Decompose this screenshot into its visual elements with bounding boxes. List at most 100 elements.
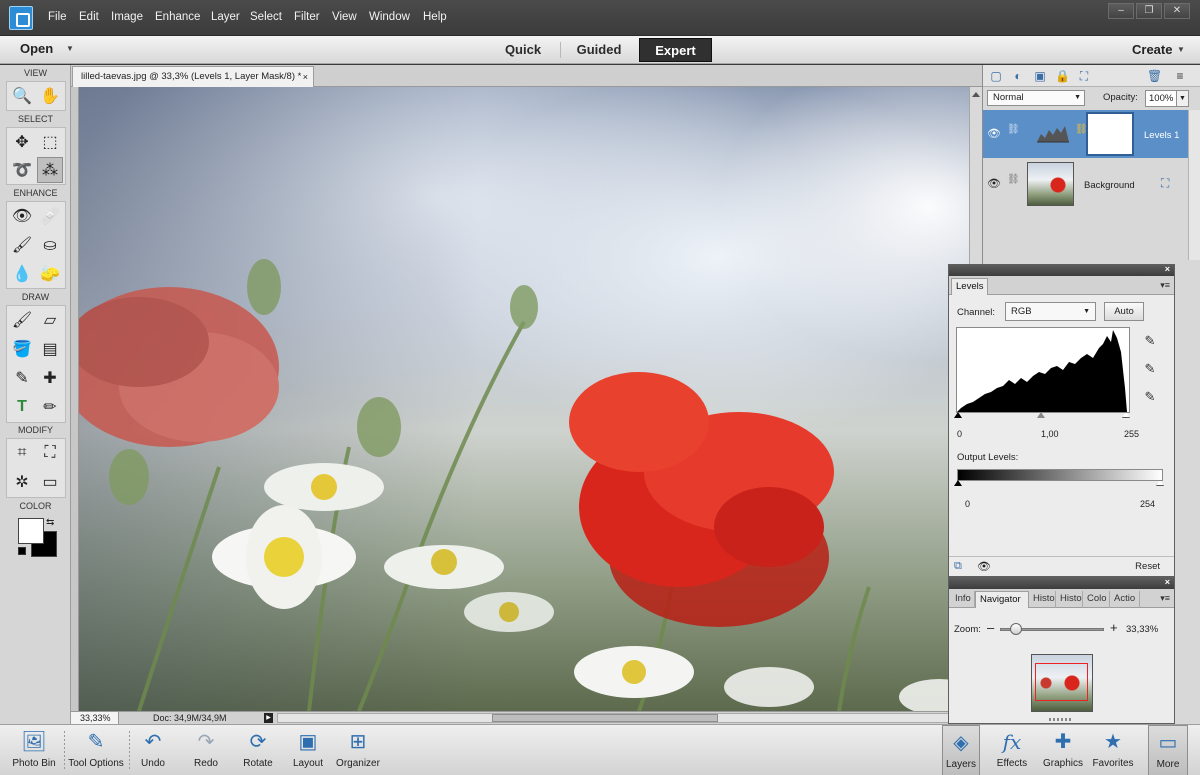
menu-file[interactable]: File (48, 11, 67, 23)
layer-mask-icon[interactable]: ▣ (1033, 69, 1047, 83)
input-black-slider[interactable] (954, 412, 962, 418)
crop-icon[interactable]: ⌗ (9, 440, 35, 466)
scroll-up-arrow-icon[interactable] (972, 91, 980, 97)
quick-selection-icon[interactable]: ⁂ (37, 157, 63, 183)
visibility-eye-icon[interactable]: 👁 (987, 177, 1001, 190)
close-icon[interactable]: × (303, 67, 308, 87)
clip-to-layer-icon[interactable]: ⧉ (954, 560, 962, 573)
recompose-icon[interactable]: ⛶ (37, 440, 63, 466)
auto-button[interactable]: Auto (1104, 302, 1144, 321)
smart-brush-icon[interactable]: 🖌 (9, 232, 35, 258)
panel-header[interactable]: × (949, 577, 1174, 589)
create-button[interactable]: Create (1132, 42, 1172, 57)
input-gamma-value[interactable]: 1,00 (1041, 429, 1059, 439)
redo-button[interactable]: ↷ Redo (186, 725, 226, 775)
red-eye-icon[interactable]: 👁 (9, 203, 35, 229)
tab-actions[interactable]: Actio (1110, 591, 1140, 608)
eraser-icon[interactable]: ▱ (37, 307, 63, 333)
tool-options-button[interactable]: ✎ Tool Options (66, 725, 126, 775)
tab-guided[interactable]: Guided (564, 38, 634, 62)
status-menu-arrow-icon[interactable]: ▶ (264, 713, 273, 723)
toggle-visibility-eye-icon[interactable]: 👁 (977, 560, 991, 573)
delete-layer-icon[interactable]: 🗑 (1147, 69, 1162, 83)
photo-bin-button[interactable]: 🖼 Photo Bin (6, 725, 62, 775)
zoom-level-field[interactable]: 33,33% (71, 712, 119, 724)
white-point-eyedropper-icon[interactable]: ✎ (1141, 389, 1159, 407)
tab-color[interactable]: Colo (1083, 591, 1110, 608)
menu-edit[interactable]: Edit (79, 11, 99, 23)
default-colors-icon[interactable] (18, 547, 26, 555)
more-panels-button[interactable]: ▭ More (1148, 725, 1188, 775)
horizontal-scrollbar[interactable] (277, 713, 967, 723)
lock-transparency-icon[interactable]: ⛶ (1077, 69, 1091, 83)
maximize-button[interactable]: ❐ (1136, 3, 1162, 19)
zoom-slider-thumb[interactable] (1010, 623, 1022, 635)
panel-resize-grip[interactable] (1049, 718, 1073, 721)
tab-levels[interactable]: Levels (951, 278, 989, 295)
rotate-button[interactable]: ⟳ Rotate (236, 725, 280, 775)
document-tab[interactable]: lilled-taevas.jpg @ 33,3% (Levels 1, Lay… (72, 66, 314, 87)
black-point-eyedropper-icon[interactable]: ✎ (1141, 333, 1159, 351)
move-icon[interactable]: ✥ (9, 129, 35, 155)
chevron-down-icon[interactable]: ▼ (1177, 45, 1185, 54)
swap-colors-icon[interactable]: ⇆ (46, 517, 54, 528)
paint-bucket-icon[interactable]: 🪣 (9, 336, 35, 362)
menu-help[interactable]: Help (423, 11, 447, 23)
rectangular-marquee-icon[interactable]: ⬚ (37, 129, 63, 155)
layer-row-background[interactable]: 👁 ⛓ Background ⛶ (983, 160, 1188, 208)
eyedropper-icon[interactable]: ✎ (9, 365, 35, 391)
pencil-icon[interactable]: ✏ (37, 394, 63, 420)
sponge-icon[interactable]: 🧽 (37, 261, 63, 287)
image-canvas[interactable] (79, 87, 969, 711)
zoom-in-icon[interactable]: + (1110, 620, 1118, 635)
effects-panel-button[interactable]: fx Effects (992, 725, 1032, 775)
lasso-icon[interactable]: ➰ (9, 157, 35, 183)
favorites-panel-button[interactable]: ★ Favorites (1090, 725, 1136, 775)
output-black-value[interactable]: 0 (965, 499, 970, 509)
zoom-slider[interactable] (1000, 623, 1104, 635)
layer-mask-thumbnail[interactable] (1086, 112, 1134, 156)
type-icon[interactable]: T (9, 394, 35, 420)
output-white-value[interactable]: 254 (1140, 499, 1155, 509)
layout-button[interactable]: ▣ Layout (288, 725, 328, 775)
menu-layer[interactable]: Layer (211, 11, 240, 23)
layer-row-levels-1[interactable]: 👁 ⛓ ⛓ Levels 1 (983, 110, 1188, 158)
close-window-button[interactable]: ✕ (1164, 3, 1190, 19)
visibility-eye-icon[interactable]: 👁 (987, 127, 1001, 140)
blur-icon[interactable]: 💧 (9, 261, 35, 287)
menu-image[interactable]: Image (111, 11, 143, 23)
menu-enhance[interactable]: Enhance (155, 11, 200, 23)
gray-point-eyedropper-icon[interactable]: ✎ (1141, 361, 1159, 379)
gradient-icon[interactable]: ▤ (37, 336, 63, 362)
reset-button[interactable]: Reset (1135, 561, 1160, 572)
navigator-view-rectangle[interactable] (1035, 663, 1088, 701)
input-white-value[interactable]: 255 (1124, 429, 1139, 439)
panel-menu-icon[interactable]: ▾≡ (1160, 593, 1170, 604)
menu-select[interactable]: Select (250, 11, 282, 23)
tab-history[interactable]: Histo (1056, 591, 1083, 608)
tab-navigator[interactable]: Navigator (975, 591, 1029, 608)
tab-expert[interactable]: Expert (639, 38, 712, 62)
undo-button[interactable]: ↶ Undo (133, 725, 173, 775)
chevron-down-icon[interactable]: ▼ (66, 44, 74, 53)
layers-scrollbar[interactable] (1188, 110, 1200, 260)
minimize-button[interactable]: – (1108, 3, 1134, 19)
adjustment-layer-icon[interactable]: ◐ (1011, 69, 1025, 83)
straighten-icon[interactable]: ▭ (37, 469, 63, 495)
input-black-value[interactable]: 0 (957, 429, 962, 439)
lock-all-icon[interactable]: 🔒 (1055, 69, 1070, 83)
tab-quick[interactable]: Quick (490, 38, 556, 62)
menu-filter[interactable]: Filter (294, 11, 320, 23)
organizer-button[interactable]: ⊞ Organizer (335, 725, 381, 775)
close-icon[interactable]: × (1165, 264, 1170, 274)
panel-menu-icon[interactable]: ▾≡ (1160, 280, 1170, 291)
blend-mode-select[interactable]: Normal ▼ (987, 90, 1085, 106)
navigator-thumbnail[interactable] (1031, 654, 1093, 712)
open-button[interactable]: Open (20, 41, 53, 56)
panel-header[interactable]: × (949, 264, 1174, 276)
tab-info[interactable]: Info (951, 591, 975, 608)
zoom-icon[interactable]: 🔍 (9, 83, 35, 109)
tab-histogram[interactable]: Histo (1029, 591, 1056, 608)
channel-select[interactable]: RGB ▼ (1005, 302, 1096, 321)
chevron-down-icon[interactable]: ▼ (1176, 90, 1189, 107)
